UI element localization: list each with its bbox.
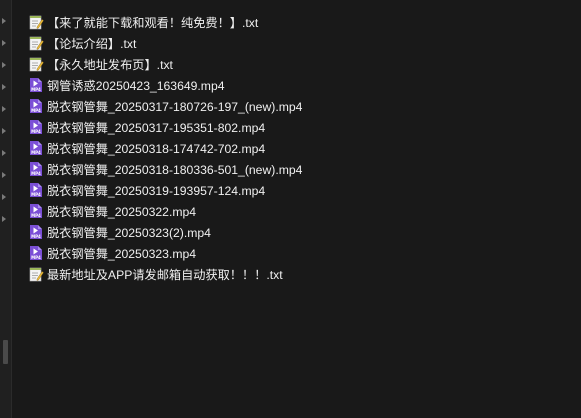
- file-name: 脱衣钢管舞_20250323(2).mp4: [47, 225, 211, 240]
- file-name: 脱衣钢管舞_20250318-174742-702.mp4: [47, 141, 266, 156]
- file-row[interactable]: MP4 脱衣钢管舞_20250323(2).mp4: [28, 221, 568, 242]
- video-file-icon: MP4: [30, 224, 42, 239]
- video-file-icon: MP4: [30, 203, 42, 218]
- file-name: 【永久地址发布页】.txt: [47, 57, 173, 72]
- expand-arrow-icon[interactable]: [2, 62, 6, 68]
- expand-arrow-icon[interactable]: [2, 84, 6, 90]
- file-row[interactable]: MP4 脱衣钢管舞_20250322.mp4: [28, 200, 568, 221]
- svg-text:MP4: MP4: [31, 87, 41, 92]
- text-file-icon: [29, 36, 44, 50]
- expand-arrow-icon[interactable]: [2, 18, 6, 24]
- expand-arrow-icon[interactable]: [2, 150, 6, 156]
- video-file-icon: MP4: [30, 245, 42, 260]
- file-name: 脱衣钢管舞_20250317-195351-802.mp4: [47, 120, 266, 135]
- file-name: 脱衣钢管舞_20250319-193957-124.mp4: [47, 183, 266, 198]
- video-file-icon: MP4: [30, 161, 42, 176]
- file-row[interactable]: MP4 脱衣钢管舞_20250318-180336-501_(new).mp4: [28, 158, 568, 179]
- svg-text:MP4: MP4: [31, 192, 41, 197]
- file-row[interactable]: 【来了就能下载和观看！纯免费！】.txt: [28, 11, 568, 32]
- file-name: 脱衣钢管舞_20250323.mp4: [47, 246, 197, 261]
- expand-arrow-icon[interactable]: [2, 216, 6, 222]
- svg-text:MP4: MP4: [31, 129, 41, 134]
- file-row[interactable]: 【论坛介绍】.txt: [28, 32, 568, 53]
- video-file-icon: MP4: [30, 119, 42, 134]
- expand-arrow-icon[interactable]: [2, 172, 6, 178]
- navigation-scrollbar-thumb[interactable]: [3, 340, 8, 364]
- file-name: 钢管诱惑20250423_163649.mp4: [47, 78, 225, 93]
- file-row[interactable]: MP4 脱衣钢管舞_20250317-195351-802.mp4: [28, 116, 568, 137]
- file-row[interactable]: MP4 钢管诱惑20250423_163649.mp4: [28, 74, 568, 95]
- svg-text:MP4: MP4: [31, 255, 41, 260]
- file-name: 【论坛介绍】.txt: [47, 36, 137, 51]
- svg-text:MP4: MP4: [31, 234, 41, 239]
- file-name: 脱衣钢管舞_20250318-180336-501_(new).mp4: [47, 162, 303, 177]
- file-name: 最新地址及APP请发邮箱自动获取！！！.txt: [47, 267, 283, 282]
- file-row[interactable]: MP4 脱衣钢管舞_20250319-193957-124.mp4: [28, 179, 568, 200]
- file-name: 脱衣钢管舞_20250322.mp4: [47, 204, 197, 219]
- expand-arrow-icon[interactable]: [2, 106, 6, 112]
- file-row[interactable]: MP4 脱衣钢管舞_20250323.mp4: [28, 242, 568, 263]
- video-file-icon: MP4: [30, 140, 42, 155]
- svg-text:MP4: MP4: [31, 150, 41, 155]
- text-file-icon: [29, 15, 44, 29]
- svg-text:MP4: MP4: [31, 213, 41, 218]
- expand-arrow-icon[interactable]: [2, 128, 6, 134]
- expand-arrow-icon[interactable]: [2, 40, 6, 46]
- video-file-icon: MP4: [30, 77, 42, 92]
- file-list: 【来了就能下载和观看！纯免费！】.txt 【论坛介绍】.txt 【永久地址发布页】.…: [28, 11, 568, 284]
- text-file-icon: [29, 267, 44, 281]
- file-row[interactable]: 最新地址及APP请发邮箱自动获取！！！.txt: [28, 263, 568, 284]
- file-name: 【来了就能下载和观看！纯免费！】.txt: [47, 15, 259, 30]
- file-row[interactable]: MP4 脱衣钢管舞_20250318-174742-702.mp4: [28, 137, 568, 158]
- video-file-icon: MP4: [30, 98, 42, 113]
- file-row[interactable]: 【永久地址发布页】.txt: [28, 53, 568, 74]
- svg-text:MP4: MP4: [31, 171, 41, 176]
- navigation-pane-edge: [0, 0, 12, 418]
- file-row[interactable]: MP4 脱衣钢管舞_20250317-180726-197_(new).mp4: [28, 95, 568, 116]
- expand-arrow-icon[interactable]: [2, 194, 6, 200]
- file-name: 脱衣钢管舞_20250317-180726-197_(new).mp4: [47, 99, 303, 114]
- text-file-icon: [29, 57, 44, 71]
- video-file-icon: MP4: [30, 182, 42, 197]
- svg-text:MP4: MP4: [31, 108, 41, 113]
